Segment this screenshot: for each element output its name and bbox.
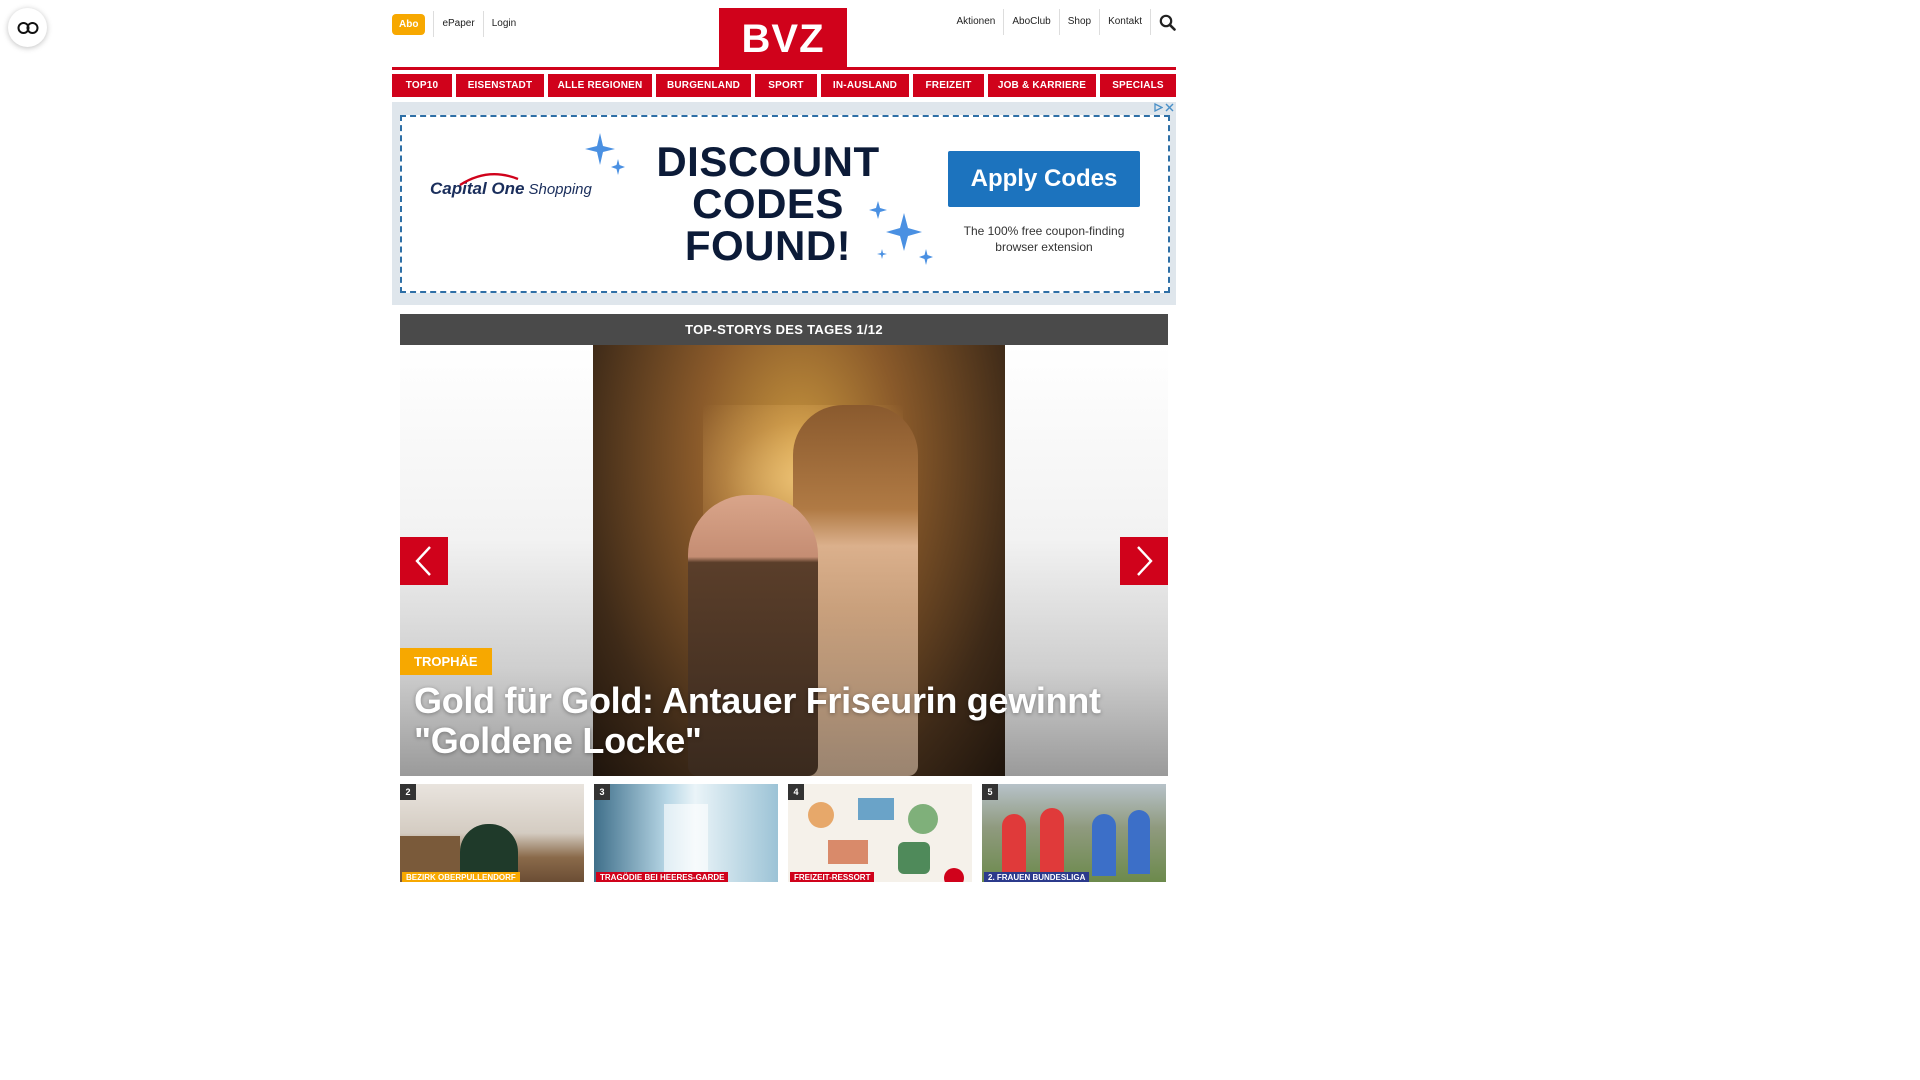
main-navigation: TOP10 EISENSTADT ALLE REGIONEN BURGENLAN…	[392, 74, 1176, 97]
nav-item-alle-regionen[interactable]: ALLE REGIONEN	[548, 74, 652, 97]
chevron-right-icon	[1137, 546, 1153, 576]
accessibility-button[interactable]	[8, 8, 47, 47]
thumb-player	[1092, 814, 1116, 876]
login-link[interactable]: Login	[482, 11, 524, 37]
thumb-number: 3	[594, 784, 610, 800]
thumb-player	[1002, 814, 1026, 874]
video-badge-icon	[944, 868, 964, 882]
aktionen-link[interactable]: Aktionen	[948, 9, 1003, 35]
ad-close-icon[interactable]	[1165, 103, 1174, 112]
shop-link[interactable]: Shop	[1058, 9, 1099, 35]
nav-item-sport[interactable]: SPORT	[755, 74, 817, 97]
ad-banner[interactable]: Capital One Shopping DISCOUNT CODES FOUND…	[392, 102, 1176, 305]
chevron-left-icon	[415, 546, 431, 576]
search-icon	[1159, 14, 1176, 31]
thumb-illustration	[898, 842, 930, 874]
sparkle-icon	[585, 133, 625, 175]
thumb-tag: BEZIRK OBERPULLENDORF	[402, 872, 520, 882]
nav-item-eisenstadt[interactable]: EISENSTADT	[456, 74, 544, 97]
aboclub-link[interactable]: AboClub	[1003, 9, 1058, 35]
thumb-tag: FREIZEIT-RESSORT	[790, 872, 875, 882]
kontakt-link[interactable]: Kontakt	[1099, 9, 1150, 35]
hero-slide[interactable]: TROPHÄE Gold für Gold: Antauer Friseurin…	[400, 345, 1168, 776]
hero-headline[interactable]: Gold für Gold: Antauer Friseurin gewinnt…	[414, 681, 1154, 761]
thumb-tag: 2. FRAUEN BUNDESLIGA	[984, 872, 1090, 882]
accessibility-toggle-icon	[17, 21, 38, 34]
thumb-illustration	[858, 798, 894, 820]
ad-brand-suffix: Shopping	[528, 181, 592, 198]
top-stories-header: TOP-STORYS DES TAGES 1/12	[400, 314, 1168, 345]
page-container: Abo ePaper Login BVZ Aktionen AboClub Sh…	[392, 0, 1176, 882]
thumb-tag: TRAGÖDIE BEI HEERES-GARDE	[596, 872, 729, 882]
search-button[interactable]	[1150, 9, 1176, 35]
nav-item-specials[interactable]: SPECIALS	[1100, 74, 1176, 97]
header-right-links: Aktionen AboClub Shop Kontakt	[948, 9, 1176, 35]
thumb-player	[1128, 810, 1150, 874]
slider-next-button[interactable]	[1120, 537, 1168, 585]
story-thumb[interactable]: 2 BEZIRK OBERPULLENDORF	[400, 784, 584, 882]
ad-headline-line: FOUND!	[684, 222, 852, 269]
thumb-illustration	[828, 840, 868, 864]
ad-headline: DISCOUNT CODES FOUND!	[638, 141, 898, 267]
nav-item-top10[interactable]: TOP10	[392, 74, 452, 97]
thumb-illustration	[808, 802, 834, 828]
story-thumb[interactable]: 5 2. FRAUEN BUNDESLIGA	[982, 784, 1166, 882]
nav-item-in-ausland[interactable]: IN-AUSLAND	[821, 74, 909, 97]
abo-button[interactable]: Abo	[392, 13, 426, 35]
apply-codes-subtext: The 100% free coupon-finding browser ext…	[963, 224, 1125, 254]
slider-prev-button[interactable]	[400, 537, 448, 585]
header-left-links: Abo ePaper Login	[392, 11, 524, 37]
thumb-number: 5	[982, 784, 998, 800]
bvz-logo[interactable]: BVZ	[719, 8, 847, 68]
story-thumb[interactable]: 3 TRAGÖDIE BEI HEERES-GARDE	[594, 784, 778, 882]
capital-one-shopping-logo: Capital One Shopping	[430, 173, 592, 199]
story-thumb[interactable]: 4 FREIZEIT-RESSORT	[788, 784, 972, 882]
thumb-number: 4	[788, 784, 804, 800]
nav-item-freizeit[interactable]: FREIZEIT	[913, 74, 984, 97]
nav-item-burgenland[interactable]: BURGENLAND	[656, 74, 751, 97]
ad-headline-line: CODES	[692, 180, 844, 227]
hero-category-badge[interactable]: TROPHÄE	[400, 648, 492, 675]
ad-content[interactable]: Capital One Shopping DISCOUNT CODES FOUND…	[400, 115, 1170, 293]
header-divider	[392, 67, 1176, 70]
thumb-player	[1040, 808, 1064, 874]
site-header: Abo ePaper Login BVZ Aktionen AboClub Sh…	[392, 0, 1176, 70]
thumb-illustration	[908, 804, 938, 834]
sparkle-icon	[869, 201, 933, 265]
swoosh-icon	[459, 173, 519, 187]
thumb-number: 2	[400, 784, 416, 800]
epaper-link[interactable]: ePaper	[433, 11, 482, 37]
ad-headline-line: DISCOUNT	[656, 138, 880, 185]
apply-codes-button[interactable]: Apply Codes	[948, 151, 1140, 207]
thumb-corridor	[664, 804, 708, 882]
story-thumbnails: 2 BEZIRK OBERPULLENDORF 3 TRAGÖDIE BEI H…	[400, 784, 1168, 882]
ad-controls	[1154, 103, 1174, 112]
adchoices-icon[interactable]	[1154, 103, 1163, 112]
nav-item-job-karriere[interactable]: JOB & KARRIERE	[988, 74, 1096, 97]
